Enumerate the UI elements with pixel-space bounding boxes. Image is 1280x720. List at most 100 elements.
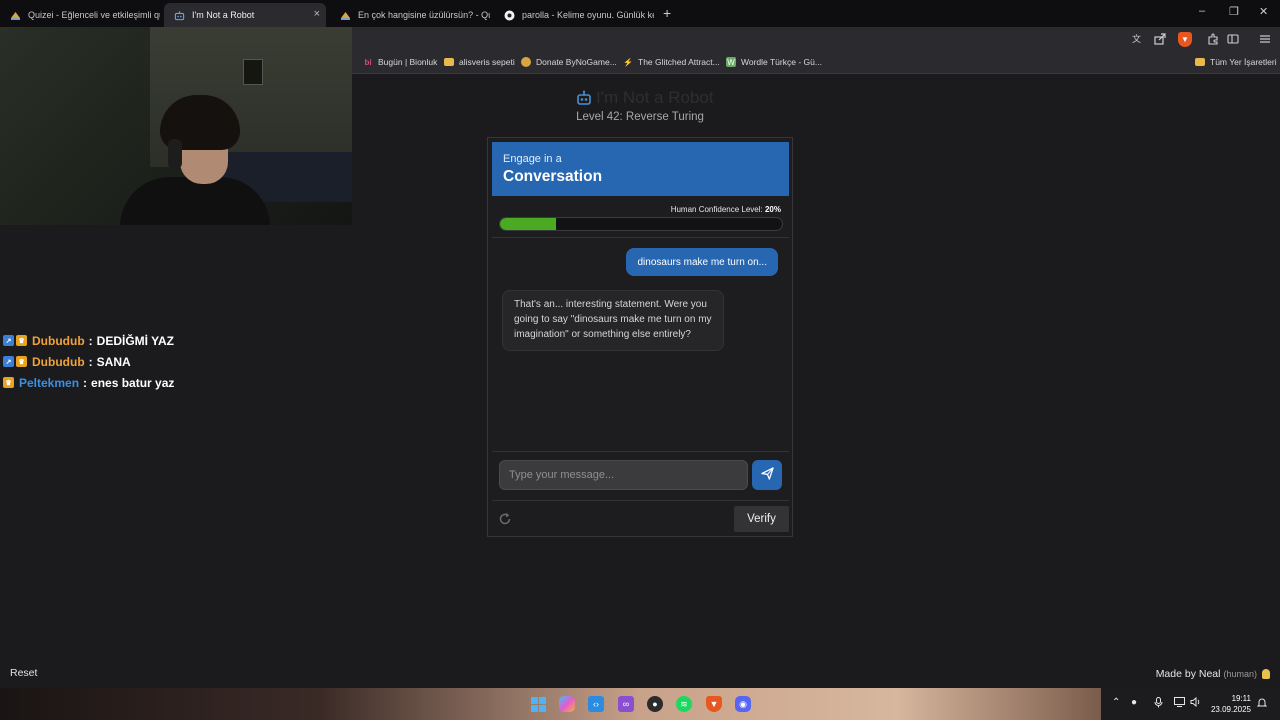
- tab-quizei[interactable]: Quizei - Eğlenceli ve etkileşimli quizle: [0, 3, 160, 27]
- confidence-progress-bar: [499, 217, 783, 231]
- crown-badge-icon: ♛: [16, 356, 27, 367]
- divider: [492, 451, 789, 452]
- chat-message: ↗ ♛ Dubudub : SANA: [3, 351, 174, 372]
- bookmark-alisveris-sepeti[interactable]: alisveris sepeti: [444, 57, 515, 67]
- divider: [492, 500, 789, 501]
- robot-icon: [174, 10, 185, 21]
- user-message-bubble: dinosaurs make me turn on...: [626, 248, 778, 276]
- windows-start-icon[interactable]: [530, 696, 546, 712]
- restore-icon[interactable]: ❐: [1229, 5, 1239, 18]
- bookmark-label: The Glitched Attract...: [638, 57, 720, 67]
- human-tag: (human): [1223, 669, 1257, 679]
- discord-icon[interactable]: ◉: [735, 696, 751, 712]
- bookmark-bionluk[interactable]: bi Bugün | Bionluk: [363, 57, 437, 67]
- app-tray-icon[interactable]: ●: [1131, 697, 1137, 708]
- visual-studio-icon[interactable]: ∞: [618, 696, 634, 712]
- message-input[interactable]: [499, 460, 748, 490]
- new-tab-button[interactable]: +: [663, 5, 671, 21]
- webcam-wall-frame: [243, 59, 263, 85]
- headphones-icon: [168, 139, 182, 169]
- bookmark-label: Wordle Türkçe - Gü...: [741, 57, 822, 67]
- chat-separator: :: [83, 375, 88, 390]
- level-subtitle-text: Level 42: Reverse Turing: [576, 111, 704, 123]
- bot-message-bubble: That's an... interesting statement. Were…: [502, 290, 724, 351]
- lightbulb-icon[interactable]: [1262, 669, 1270, 679]
- crown-badge-icon: ♛: [16, 335, 27, 346]
- verify-button[interactable]: Verify: [734, 506, 789, 532]
- stream-chat: ↗ ♛ Dubudub : DEDİĞMİ YAZ ↗ ♛ Dubudub : …: [3, 330, 174, 393]
- level-subtitle: Level 42: Reverse Turing: [0, 111, 1280, 123]
- translate-icon[interactable]: 文: [1132, 33, 1144, 48]
- tab-title: Quizei - Eğlenceli ve etkileşimli quizle: [28, 10, 160, 20]
- bookmark-label: Tüm Yer İşaretleri: [1210, 57, 1277, 67]
- page-title: I'm Not a Robot: [576, 88, 714, 108]
- close-window-icon[interactable]: ✕: [1259, 5, 1268, 18]
- tab-title: En çok hangisine üzülürsün? - Quizei: [358, 10, 490, 20]
- card-header-title: Conversation: [503, 168, 603, 185]
- folder-icon: [1195, 58, 1205, 66]
- sidebar-icon[interactable]: [1227, 33, 1239, 48]
- quizei-icon: [340, 10, 351, 21]
- windows-taskbar: ‹› ∞ ● ≋ ▼ ◉ ⌃ ●: [0, 688, 1280, 720]
- bynogame-icon: [521, 57, 531, 67]
- user-message-text: dinosaurs make me turn on...: [637, 256, 767, 268]
- obs-icon[interactable]: ●: [647, 696, 663, 712]
- tab-title: I'm Not a Robot: [192, 10, 255, 20]
- menu-icon[interactable]: [1259, 33, 1271, 48]
- robot-icon: [576, 90, 592, 106]
- chat-text: SANA: [96, 354, 131, 369]
- card-header: Engage in a Conversation: [492, 142, 789, 196]
- tab-im-not-a-robot[interactable]: I'm Not a Robot ×: [164, 3, 326, 27]
- bot-message-text: That's an... interesting statement. Were…: [514, 299, 712, 340]
- bookmark-label: alisveris sepeti: [459, 57, 515, 67]
- made-by-text[interactable]: Made by Neal: [1156, 668, 1221, 680]
- refresh-icon[interactable]: [498, 512, 512, 526]
- conversation-card: Engage in a Conversation Human Confidenc…: [487, 137, 793, 537]
- volume-icon[interactable]: [1190, 696, 1201, 710]
- chat-text: enes batur yaz: [91, 375, 175, 390]
- brave-icon[interactable]: ▼: [706, 696, 722, 712]
- wordle-icon: W: [726, 57, 736, 67]
- tab-close-icon[interactable]: ×: [314, 8, 320, 20]
- confidence-label: Human Confidence Level: 20%: [671, 205, 781, 214]
- bookmark-wordle-turkce[interactable]: W Wordle Türkçe - Gü...: [726, 57, 822, 67]
- glitched-icon: ⚡: [623, 57, 633, 67]
- chat-username: Dubudub: [32, 333, 85, 348]
- chat-message: ♛ Peltekmen : enes batur yaz: [3, 372, 174, 393]
- all-bookmarks-folder[interactable]: Tüm Yer İşaretleri: [1195, 57, 1277, 67]
- share-icon[interactable]: [1154, 33, 1166, 48]
- card-header-small: Engage in a: [503, 153, 562, 165]
- confidence-value: 20%: [764, 205, 781, 214]
- confidence-label-text: Human Confidence Level:: [670, 205, 763, 214]
- chat-message: ↗ ♛ Dubudub : DEDİĞMİ YAZ: [3, 330, 174, 351]
- minimize-icon[interactable]: –: [1199, 5, 1205, 17]
- extensions-icon[interactable]: [1207, 33, 1219, 48]
- tab-parolla[interactable]: parolla - Kelime oyunu. Günlük kelime: [494, 3, 654, 27]
- spotify-icon[interactable]: ≋: [676, 696, 692, 712]
- vscode-icon[interactable]: ‹›: [588, 696, 604, 712]
- tab-en-cok-hangisine[interactable]: En çok hangisine üzülürsün? - Quizei: [330, 3, 490, 27]
- tray-expand-icon[interactable]: ⌃: [1112, 697, 1120, 708]
- bookmark-glitched-attraction[interactable]: ⚡ The Glitched Attract...: [623, 57, 720, 67]
- verified-badge-icon: ↗: [3, 356, 14, 367]
- browser-tab-bar: Quizei - Eğlenceli ve etkileşimli quizle…: [0, 0, 1280, 27]
- send-button[interactable]: [752, 460, 782, 490]
- quizei-icon: [10, 10, 21, 21]
- bookmark-label: Donate ByNoGame...: [536, 57, 617, 67]
- webcam-overlay: [0, 27, 352, 225]
- notification-icon[interactable]: [1256, 697, 1268, 711]
- chat-separator: :: [88, 333, 93, 348]
- microphone-icon[interactable]: [1154, 697, 1163, 711]
- divider: [492, 237, 789, 238]
- tab-title: parolla - Kelime oyunu. Günlük kelime: [522, 10, 654, 20]
- brave-shields-icon[interactable]: ▼: [1178, 32, 1192, 47]
- send-icon: [760, 467, 774, 483]
- taskbar-clock[interactable]: 19:11 23.09.2025: [1211, 693, 1251, 715]
- network-icon[interactable]: [1174, 697, 1185, 710]
- verified-badge-icon: ↗: [3, 335, 14, 346]
- reset-button[interactable]: Reset: [10, 667, 37, 679]
- chat-username: Peltekmen: [19, 375, 80, 390]
- copilot-icon[interactable]: [559, 696, 575, 712]
- bookmark-bynogame[interactable]: Donate ByNoGame...: [521, 57, 617, 67]
- parolla-icon: [504, 10, 515, 21]
